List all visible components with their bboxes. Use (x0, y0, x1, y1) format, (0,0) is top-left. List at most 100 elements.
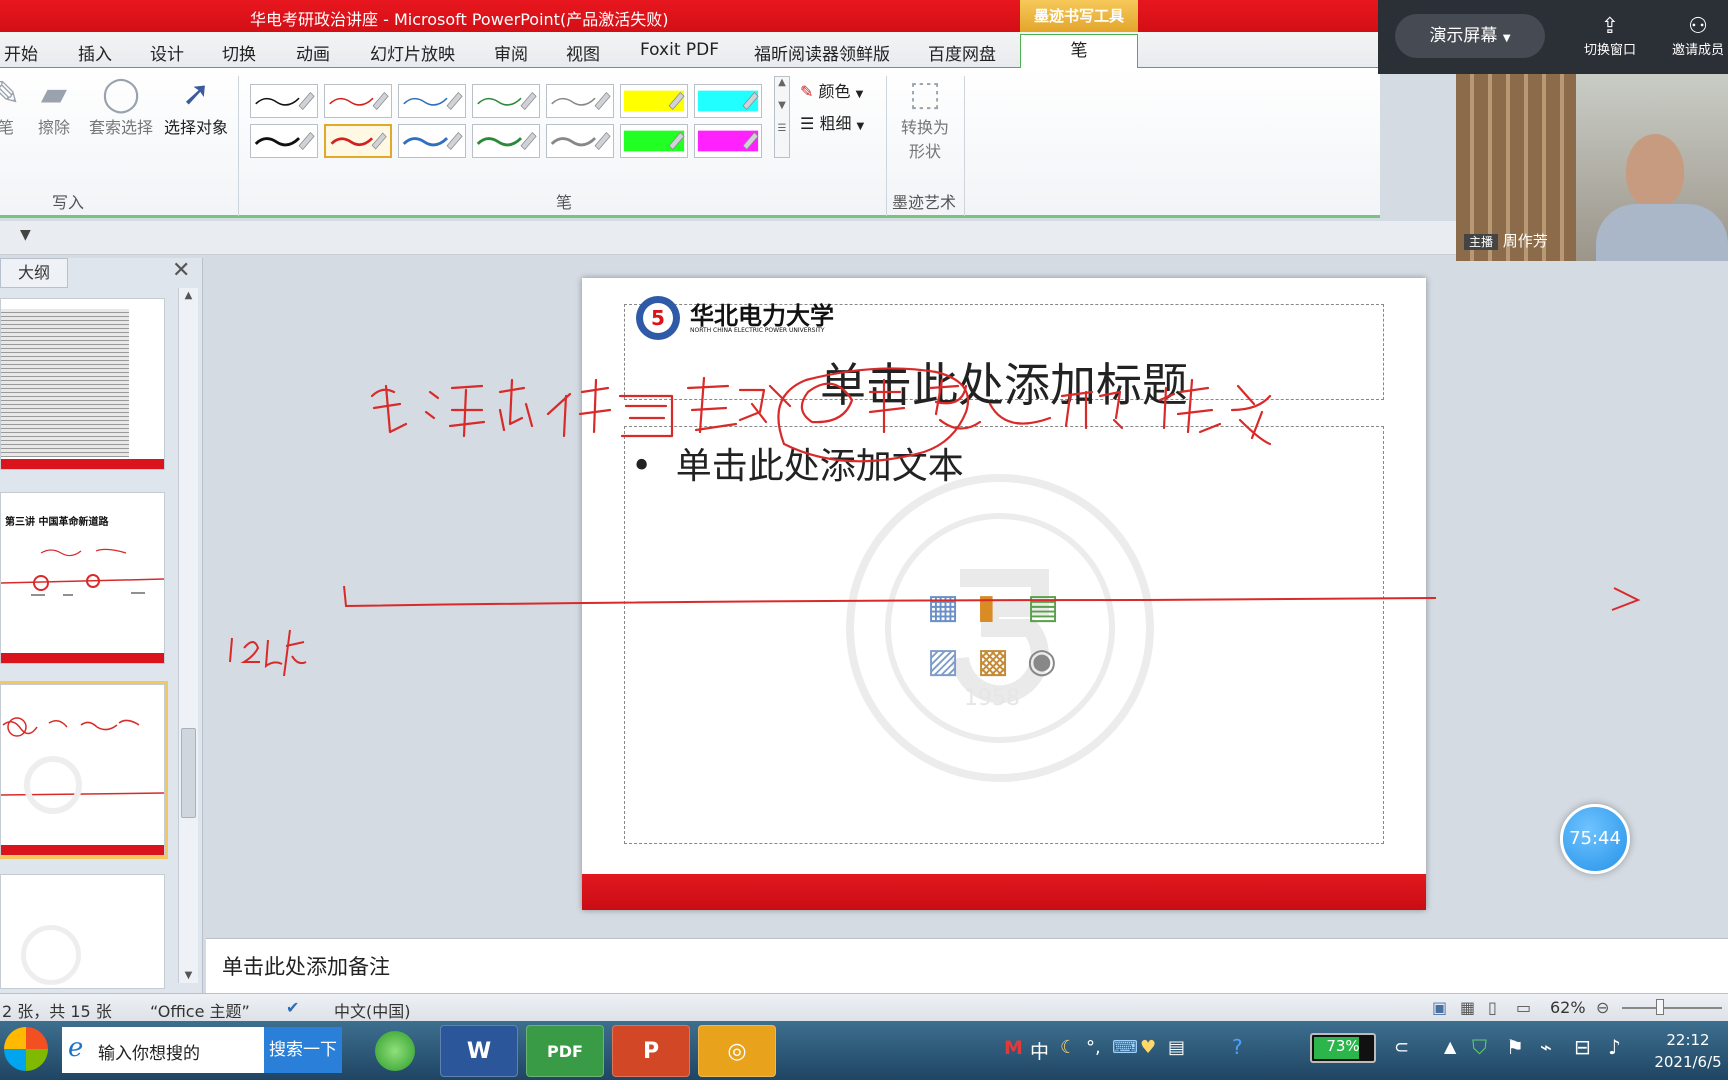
present-screen-button[interactable]: 演示屏幕 ▼ (1395, 14, 1545, 58)
tab-review[interactable]: 审阅 (494, 40, 528, 65)
lasso-select-tool[interactable]: ◯ 套索选择 (86, 74, 156, 138)
thumbnails-scrollbar[interactable]: ▲ ▼ (178, 288, 198, 983)
scroll-down-arrow-icon[interactable]: ▼ (179, 970, 198, 981)
tab-transitions[interactable]: 切换 (222, 40, 256, 65)
pen-swatch[interactable] (694, 124, 762, 158)
language[interactable]: 中文(中国) (334, 998, 411, 1022)
color-option[interactable]: ✎ 颜色 ▼ (800, 78, 863, 102)
zoom-out-icon[interactable]: ⊖ (1596, 998, 1609, 1017)
timer-bubble[interactable]: 75:44 (1560, 804, 1630, 874)
search-input[interactable]: ℯ 输入你想搜的 (62, 1027, 264, 1073)
pen-swatch[interactable] (694, 84, 762, 118)
show-hidden-icons-icon[interactable]: ▲ (1444, 1037, 1456, 1056)
slide-canvas[interactable]: 1958 单击此处添加标题 5 华北电力大学 NORTH CHINA ELECT… (582, 278, 1426, 910)
zoom-level[interactable]: 62% (1550, 998, 1586, 1017)
pen-swatch[interactable] (398, 124, 466, 158)
insert-chart-icon[interactable]: ▮ (977, 587, 996, 627)
ime-m-icon[interactable]: M (1004, 1037, 1023, 1059)
pen-swatch[interactable] (324, 84, 392, 118)
insert-media-icon[interactable]: ◉ (1027, 641, 1057, 681)
tab-baidu-netdisk[interactable]: 百度网盘 (928, 40, 996, 65)
pen-swatch[interactable] (620, 124, 688, 158)
gallery-more-icon[interactable]: ☰ (775, 123, 789, 134)
network-adapter-icon[interactable]: ⊂ (1394, 1037, 1409, 1058)
slide-thumbnail-1[interactable] (0, 298, 165, 470)
pen-swatch[interactable] (472, 84, 540, 118)
switch-window-button[interactable]: ⇪ 切换窗口 (1584, 14, 1636, 58)
weight-option[interactable]: ☰ 粗细 ▼ (800, 110, 864, 134)
clock[interactable]: 22:12 2021/6/5 (1648, 1029, 1728, 1073)
skin-icon[interactable]: ♥ (1140, 1037, 1156, 1058)
scroll-up-arrow-icon[interactable]: ▲ (179, 290, 198, 301)
tab-animations[interactable]: 动画 (296, 40, 330, 65)
pen-swatch[interactable] (620, 84, 688, 118)
pen-swatch[interactable] (398, 84, 466, 118)
insert-smartart-icon[interactable]: ▤ (1027, 587, 1059, 627)
notes-pane[interactable]: 单击此处添加备注 (206, 938, 1728, 993)
ink-art-group-label: 墨迹艺术 (892, 193, 957, 212)
tab-foxit-pdf[interactable]: Foxit PDF (640, 40, 719, 60)
tab-slideshow[interactable]: 幻灯片放映 (370, 40, 455, 65)
insert-clipart-icon[interactable]: ▩ (977, 641, 1009, 681)
select-objects-tool[interactable]: ➚ 选择对象 (158, 74, 234, 138)
tab-pen[interactable]: 笔 (1020, 34, 1138, 70)
title-bar: 华电考研政治讲座 - Microsoft PowerPoint(产品激活失败) (0, 0, 1380, 32)
slide-thumbnail-2[interactable]: 第三讲 中国革命新道路 (0, 492, 165, 664)
gallery-down-arrow-icon[interactable]: ▼ (775, 100, 789, 111)
network-icon[interactable]: ⊟ (1574, 1035, 1591, 1059)
meeting-toolbar: 演示屏幕 ▼ ⇪ 切换窗口 ⚇ 邀请成员 (1378, 0, 1728, 74)
close-icon[interactable]: ✕ (172, 258, 190, 283)
customize-toolbar-icon[interactable]: ▼ (20, 227, 31, 243)
ime-mode[interactable]: 中 (1030, 1037, 1049, 1064)
keyboard-icon[interactable]: ⌨ (1112, 1037, 1138, 1058)
reading-view-icon[interactable]: ▯ (1488, 998, 1497, 1017)
pen-swatch[interactable] (250, 84, 318, 118)
security-shield-icon[interactable]: ⛉ (1472, 1035, 1487, 1059)
pen-swatch[interactable] (472, 124, 540, 158)
battery-indicator[interactable]: 73% (1310, 1033, 1376, 1063)
tab-outline[interactable]: 大纲 (0, 258, 68, 288)
pen-swatch[interactable] (324, 124, 392, 158)
meeting-app-icon[interactable]: ◎ (698, 1025, 776, 1077)
tab-view[interactable]: 视图 (566, 40, 600, 65)
tab-home[interactable]: 开始 (4, 40, 38, 65)
moon-icon[interactable]: ☾ (1060, 1037, 1076, 1058)
browser-360-icon[interactable] (356, 1025, 434, 1077)
pen-swatch[interactable] (546, 84, 614, 118)
tab-foxit-reader[interactable]: 福昕阅读器领鲜版 (754, 40, 890, 65)
convert-to-shape-tool[interactable]: ⬚ 转换为 形状 (890, 74, 960, 162)
spellcheck-icon[interactable]: ✔ (286, 998, 299, 1017)
pen-tool[interactable]: ✎ 笔 (0, 74, 26, 138)
action-center-flag-icon[interactable]: ⚑ (1506, 1035, 1524, 1059)
slide-thumbnail-3-selected[interactable] (0, 681, 168, 859)
insert-table-icon[interactable]: ▦ (927, 587, 959, 627)
volume-icon[interactable]: ♪ (1608, 1035, 1621, 1059)
zoom-slider-thumb[interactable] (1656, 999, 1664, 1015)
scroll-thumb[interactable] (181, 728, 196, 818)
invite-members-button[interactable]: ⚇ 邀请成员 (1668, 14, 1728, 58)
help-icon[interactable]: ? (1232, 1035, 1243, 1059)
word-app-icon[interactable]: W (440, 1025, 518, 1077)
pen-swatch[interactable] (250, 124, 318, 158)
gallery-up-arrow-icon[interactable]: ▲ (775, 77, 789, 88)
search-button[interactable]: 搜索一下 (264, 1027, 342, 1073)
slide-thumbnail-4[interactable] (0, 874, 165, 989)
tab-design[interactable]: 设计 (150, 40, 184, 65)
toolbox-icon[interactable]: ▤ (1168, 1037, 1185, 1058)
slideshow-view-icon[interactable]: ▭ (1516, 998, 1531, 1017)
punctuation-icon[interactable]: °, (1086, 1037, 1101, 1058)
slide-sorter-icon[interactable]: ▦ (1460, 998, 1475, 1017)
insert-picture-icon[interactable]: ▨ (927, 641, 959, 681)
powerpoint-app-icon[interactable]: P (612, 1025, 690, 1077)
start-button-icon[interactable] (4, 1027, 48, 1071)
pen-swatch[interactable] (546, 124, 614, 158)
erase-tool[interactable]: ▰ 擦除 (30, 74, 78, 138)
pdf-app-icon[interactable]: PDF (526, 1025, 604, 1077)
normal-view-icon[interactable]: ▣ (1432, 998, 1447, 1017)
tab-insert[interactable]: 插入 (78, 40, 112, 65)
power-plug-icon[interactable]: ⌁ (1540, 1035, 1552, 1059)
body-placeholder[interactable]: • 单击此处添加文本 ▦ ▮ ▤ ▨ ▩ ◉ (624, 426, 1384, 844)
gallery-scroll[interactable]: ▲ ▼ ☰ (774, 76, 790, 158)
zoom-slider[interactable] (1622, 1007, 1722, 1009)
presenter-video[interactable]: 主播 周作芳 (1456, 74, 1728, 261)
